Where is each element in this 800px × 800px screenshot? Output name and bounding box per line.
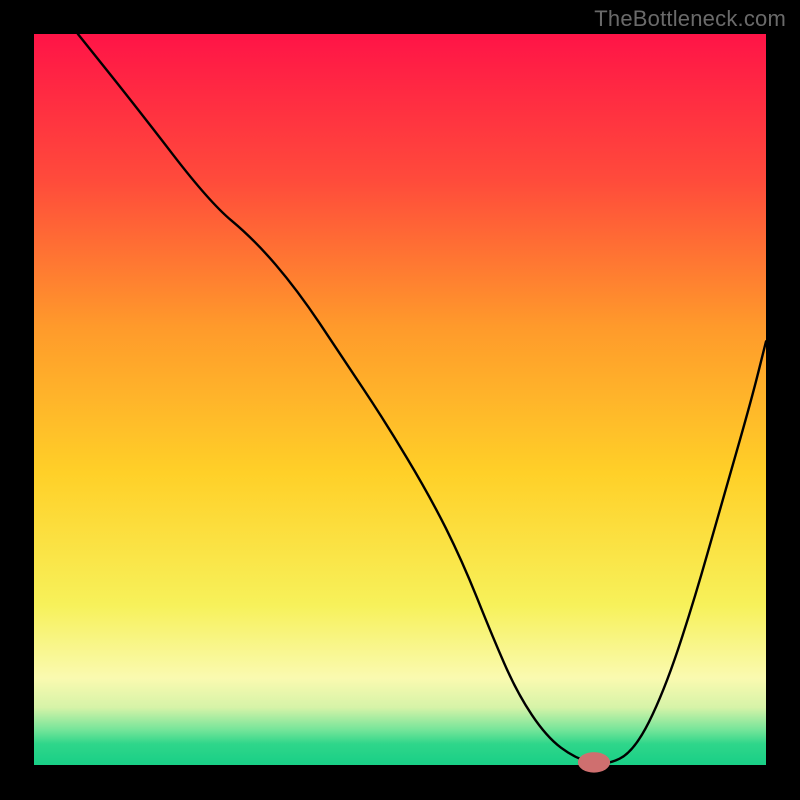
plot-background bbox=[34, 34, 766, 766]
watermark-text: TheBottleneck.com bbox=[594, 6, 786, 32]
optimal-marker bbox=[578, 752, 610, 772]
chart-frame: TheBottleneck.com bbox=[0, 0, 800, 800]
bottleneck-chart bbox=[0, 0, 800, 800]
